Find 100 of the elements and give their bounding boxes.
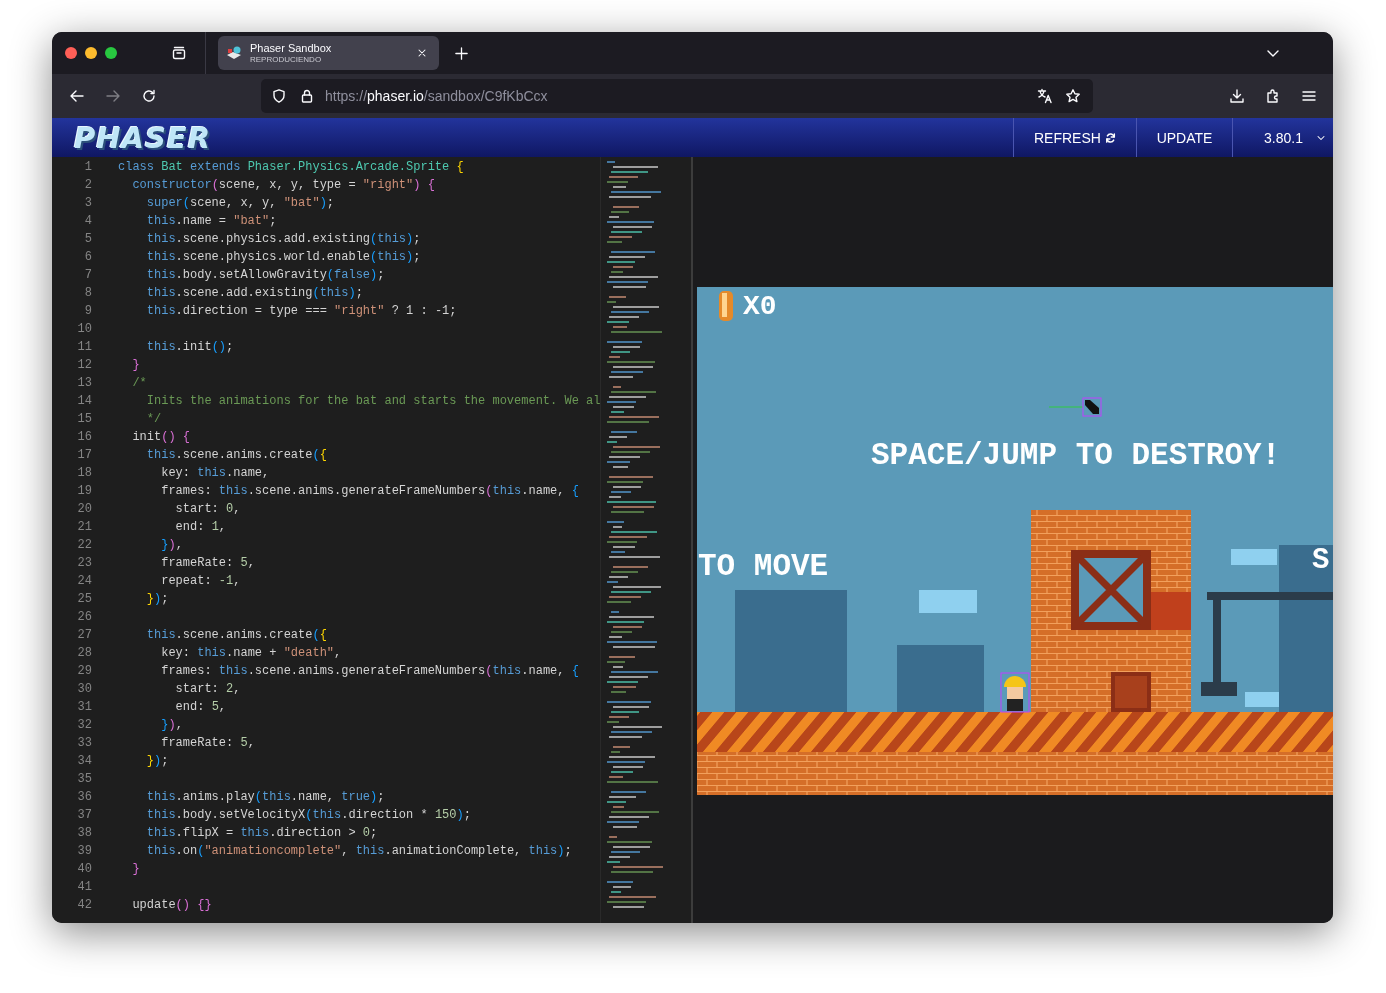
reload-icon xyxy=(141,88,157,104)
code-line: frames: this.scene.anims.generateFrameNumbers(this.name, { xyxy=(160,484,579,498)
phaser-logo: PHASER xyxy=(74,120,211,155)
line-number: 32 xyxy=(76,718,92,732)
line-number: 4 xyxy=(83,214,92,228)
tab-status: REPRODUCIENDO xyxy=(250,55,323,64)
coin-counter: X0 xyxy=(743,291,777,322)
line-number: 18 xyxy=(76,466,92,480)
code-line: repeat: -1, xyxy=(160,574,241,588)
line-number: 30 xyxy=(76,682,92,696)
close-window-button[interactable] xyxy=(65,47,77,59)
code-line: */ xyxy=(145,412,162,426)
line-number: 11 xyxy=(76,340,92,354)
browser-tab[interactable]: Phaser Sandbox REPRODUCIENDO xyxy=(218,36,439,70)
code-line: } xyxy=(131,358,140,372)
line-number: 39 xyxy=(76,844,92,858)
zoom-window-button[interactable] xyxy=(105,47,117,59)
line-number: 31 xyxy=(76,700,92,714)
code-line: start: 2, xyxy=(174,682,241,696)
star-icon xyxy=(1065,88,1081,104)
code-line: this.flipX = this.direction > 0; xyxy=(145,826,378,840)
code-line: key: this.name + "death", xyxy=(160,646,342,660)
code-line: key: this.name, xyxy=(160,466,270,480)
code-line: this.body.setAllowGravity(false); xyxy=(145,268,385,282)
line-number: 27 xyxy=(76,628,92,642)
instruction-text: S xyxy=(1312,544,1330,577)
code-line: this.direction = type === "right" ? 1 : -1; xyxy=(145,304,457,318)
menu-icon xyxy=(1301,88,1317,104)
line-number: 42 xyxy=(76,898,92,912)
code-line: frameRate: 5, xyxy=(160,556,255,570)
line-number: 12 xyxy=(76,358,92,372)
line-number: 22 xyxy=(76,538,92,552)
instruction-text: TO MOVE xyxy=(698,549,829,584)
bat-sprite xyxy=(1048,397,1102,417)
address-field[interactable]: https://phaser.io/sandbox/C9fKbCcx xyxy=(261,79,1093,113)
code-line: start: 0, xyxy=(174,502,241,516)
url-text: https://phaser.io/sandbox/C9fKbCcx xyxy=(325,88,548,104)
download-icon xyxy=(1229,88,1245,104)
code-line: this.name = "bat"; xyxy=(145,214,277,228)
code-line: this.anims.play(this.name, true); xyxy=(145,790,385,804)
coin-icon xyxy=(719,291,733,321)
line-number: 36 xyxy=(76,790,92,804)
line-number: 1 xyxy=(83,160,92,174)
line-number: 6 xyxy=(83,250,92,264)
line-number: 8 xyxy=(83,286,92,300)
minimize-window-button[interactable] xyxy=(85,47,97,59)
lock-icon xyxy=(299,88,315,104)
code-line: this.init(); xyxy=(145,340,234,354)
code-line: }); xyxy=(145,754,169,768)
close-icon xyxy=(416,47,428,59)
cloud xyxy=(919,590,977,613)
code-line: init() { xyxy=(131,430,191,444)
line-number: 29 xyxy=(76,664,92,678)
line-number: 24 xyxy=(76,574,92,588)
code-line: }); xyxy=(145,592,169,606)
tray-icon xyxy=(171,45,187,61)
code-line: this.scene.physics.add.existing(this); xyxy=(145,232,421,246)
cloud xyxy=(1231,549,1277,565)
line-number: 5 xyxy=(83,232,92,246)
line-number: 40 xyxy=(76,862,92,876)
code-line: update() {} xyxy=(131,898,212,912)
line-number: 16 xyxy=(76,430,92,444)
code-line: }), xyxy=(160,718,183,732)
line-number: 19 xyxy=(76,484,92,498)
instruction-text: SPACE/JUMP TO DESTROY! xyxy=(871,438,1281,473)
game-icon xyxy=(226,46,242,60)
code-line: this.scene.physics.world.enable(this); xyxy=(145,250,421,264)
shield-icon xyxy=(271,88,287,104)
code-line: frameRate: 5, xyxy=(160,736,255,750)
code-line: this.scene.anims.create({ xyxy=(145,448,327,462)
line-number: 37 xyxy=(76,808,92,822)
code-line: end: 1, xyxy=(174,520,227,534)
line-number: 23 xyxy=(76,556,92,570)
code-line: end: 5, xyxy=(174,700,227,714)
line-number: 28 xyxy=(76,646,92,660)
code-line: this.scene.anims.create({ xyxy=(145,628,327,642)
code-line: this.scene.add.existing(this); xyxy=(145,286,363,300)
line-number: 13 xyxy=(76,376,92,390)
line-number: 15 xyxy=(76,412,92,426)
code-line: }), xyxy=(160,538,183,552)
line-number: 26 xyxy=(76,610,92,624)
line-number: 10 xyxy=(76,322,92,336)
tab-title: Phaser Sandbox xyxy=(250,42,333,54)
line-number: 20 xyxy=(76,502,92,516)
line-number: 25 xyxy=(76,592,92,606)
code-line: super(scene, x, y, "bat"); xyxy=(145,196,335,210)
code-line: } xyxy=(131,862,140,876)
line-number: 41 xyxy=(76,880,92,894)
code-line: constructor(scene, x, y, type = "right") { xyxy=(131,178,435,192)
code-line: this.on("animationcomplete", this.animationComplete, this); xyxy=(145,844,572,858)
player-sprite xyxy=(1000,672,1030,713)
arrow-left-icon xyxy=(69,88,85,104)
line-number: 9 xyxy=(83,304,92,318)
arrow-right-icon xyxy=(105,88,121,104)
line-number: 33 xyxy=(76,736,92,750)
code-line: frames: this.scene.anims.generateFrameNumbers(this.name, { xyxy=(160,664,579,678)
code-line: /* xyxy=(131,376,147,390)
translate-icon xyxy=(1037,88,1053,104)
code-line: this.body.setVelocityX(this.direction * 150); xyxy=(145,808,471,822)
plus-icon xyxy=(453,45,469,61)
